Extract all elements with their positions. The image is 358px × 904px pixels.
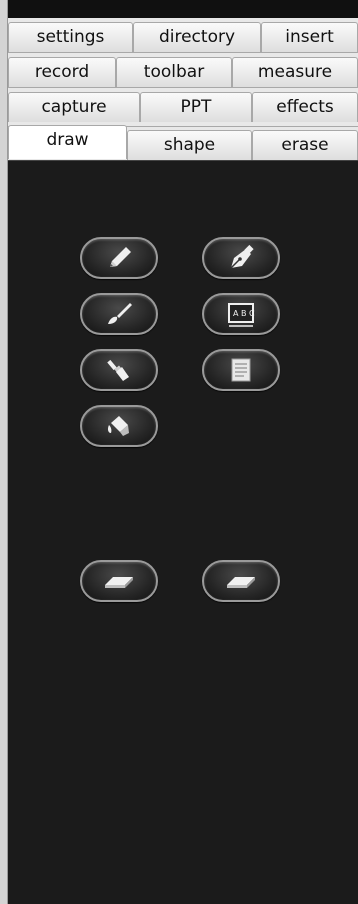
pen-tool-button[interactable] — [202, 237, 280, 279]
tab-directory[interactable]: directory — [133, 22, 261, 52]
tab-capture[interactable]: capture — [8, 92, 140, 122]
tab-shape[interactable]: shape — [127, 130, 252, 160]
tab-insert[interactable]: insert — [261, 22, 358, 52]
tab-bar: settings directory insert record toolbar… — [8, 18, 358, 160]
tab-row-1: settings directory insert — [8, 22, 358, 53]
paint-brush-tool-button[interactable] — [80, 349, 158, 391]
tab-draw[interactable]: draw — [8, 125, 127, 159]
svg-text:A B C: A B C — [233, 309, 255, 318]
tab-row-4: draw shape erase — [8, 125, 358, 160]
draw-tools-panel — [8, 160, 358, 904]
tab-record[interactable]: record — [8, 57, 116, 87]
tab-erase[interactable]: erase — [252, 130, 358, 160]
eraser-tool-button[interactable] — [80, 560, 158, 602]
tab-effects[interactable]: effects — [252, 92, 358, 122]
app-window: settings directory insert record toolbar… — [0, 0, 358, 904]
tab-row-2: record toolbar measure — [8, 57, 358, 88]
eraser-area-tool-button[interactable] — [202, 560, 280, 602]
title-strip — [8, 0, 358, 18]
pencil-tool-button[interactable] — [80, 237, 158, 279]
tab-row-3: capture PPT effects — [8, 92, 358, 123]
paint-bucket-tool-button[interactable] — [80, 405, 158, 447]
brush-tool-button[interactable] — [80, 293, 158, 335]
panel-divider — [8, 160, 358, 161]
tab-measure[interactable]: measure — [232, 57, 358, 87]
tab-ppt[interactable]: PPT — [140, 92, 252, 122]
chalkboard-tool-button[interactable]: A B C — [202, 293, 280, 335]
tab-row-divider — [8, 52, 358, 53]
tab-row-divider — [8, 87, 358, 88]
tab-settings[interactable]: settings — [8, 22, 133, 52]
notepad-tool-button[interactable] — [202, 349, 280, 391]
tab-toolbar[interactable]: toolbar — [116, 57, 232, 87]
